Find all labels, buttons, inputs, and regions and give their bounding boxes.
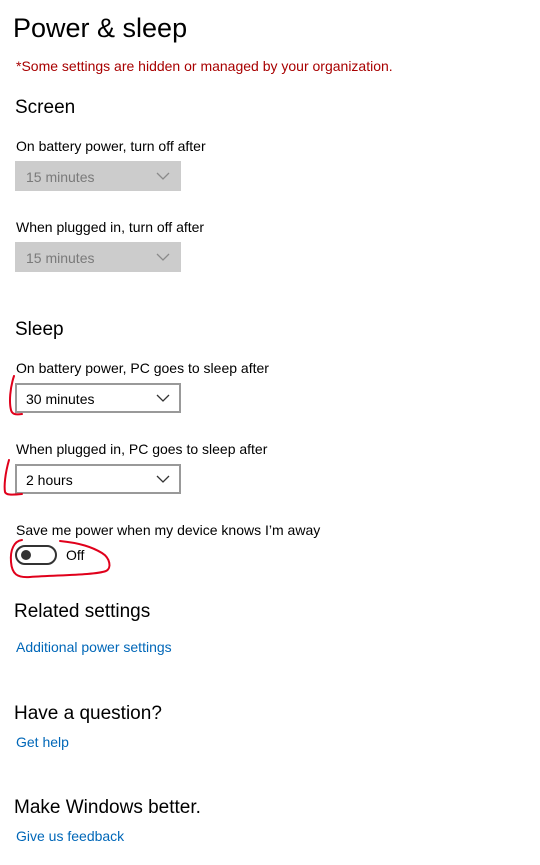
page-title: Power & sleep bbox=[13, 13, 188, 43]
sleep-plugged-label: When plugged in, PC goes to sleep after bbox=[16, 441, 268, 457]
chevron-down-icon bbox=[156, 253, 170, 261]
away-power-state: Off bbox=[66, 547, 85, 563]
red-annotation-marks bbox=[3, 375, 111, 579]
get-help-link[interactable]: Get help bbox=[16, 733, 69, 751]
sleep-battery-label: On battery power, PC goes to sleep after bbox=[16, 360, 269, 376]
screen-plugged-dropdown[interactable]: 15 minutes bbox=[15, 242, 181, 272]
away-power-toggle[interactable] bbox=[15, 545, 57, 565]
screen-heading: Screen bbox=[15, 97, 76, 118]
related-settings-heading: Related settings bbox=[14, 601, 151, 622]
screen-battery-dropdown[interactable]: 15 minutes bbox=[15, 161, 181, 191]
power-sleep-page: Power & sleep *Some settings are hidden … bbox=[0, 0, 540, 865]
sleep-plugged-dropdown[interactable]: 2 hours bbox=[15, 464, 181, 494]
question-heading: Have a question? bbox=[14, 703, 162, 724]
screen-plugged-value: 15 minutes bbox=[26, 250, 95, 266]
give-feedback-link[interactable]: Give us feedback bbox=[16, 827, 124, 845]
chevron-down-icon bbox=[156, 394, 170, 402]
screen-plugged-label: When plugged in, turn off after bbox=[16, 219, 205, 235]
chevron-down-icon bbox=[156, 172, 170, 180]
sleep-heading: Sleep bbox=[15, 319, 64, 340]
screen-battery-value: 15 minutes bbox=[26, 169, 95, 185]
toggle-knob bbox=[21, 550, 31, 560]
screen-battery-label: On battery power, turn off after bbox=[16, 138, 206, 154]
feedback-heading: Make Windows better. bbox=[14, 797, 201, 818]
chevron-down-icon bbox=[156, 475, 170, 483]
additional-power-settings-link[interactable]: Additional power settings bbox=[16, 638, 172, 656]
managed-notice: *Some settings are hidden or managed by … bbox=[16, 58, 393, 74]
sleep-battery-dropdown[interactable]: 30 minutes bbox=[15, 383, 181, 413]
sleep-battery-value: 30 minutes bbox=[26, 391, 95, 407]
sleep-plugged-value: 2 hours bbox=[26, 472, 73, 488]
away-power-label: Save me power when my device knows I’m a… bbox=[16, 522, 321, 538]
